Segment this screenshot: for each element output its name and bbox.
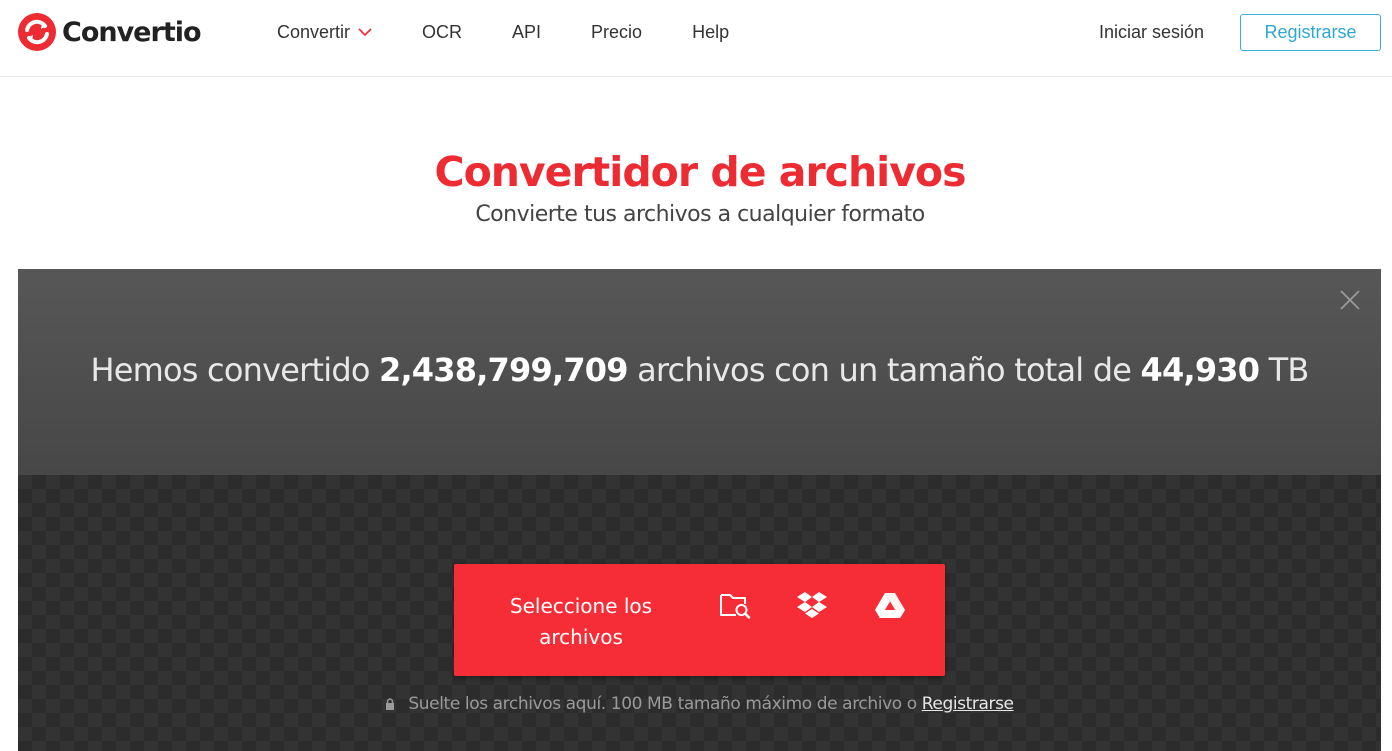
nav-precio-label: Precio xyxy=(591,22,643,42)
page-title: Convertidor de archivos xyxy=(434,148,966,196)
drop-hint-text: Suelte los archivos aquí. 100 MB tamaño … xyxy=(408,694,917,714)
register-button[interactable]: Registrarse xyxy=(1240,14,1381,51)
stats-middle: archivos con un tamaño total de xyxy=(637,351,1132,389)
dropbox-icon[interactable] xyxy=(796,591,828,619)
page-subtitle: Convierte tus archivos a cualquier forma… xyxy=(475,202,925,227)
select-files-label-line1: Seleccione los xyxy=(509,594,653,618)
size-unit: TB xyxy=(1268,351,1310,389)
login-link[interactable]: Iniciar sesión xyxy=(1099,0,1204,65)
google-drive-icon[interactable] xyxy=(874,591,906,619)
folder-search-icon[interactable] xyxy=(719,591,751,619)
nav-api-label: API xyxy=(512,22,542,42)
convertio-logo-icon xyxy=(18,13,56,51)
logo[interactable]: Convertio xyxy=(18,13,202,51)
nav-convertir[interactable]: Convertir xyxy=(277,22,372,43)
nav-ocr-label: OCR xyxy=(422,22,463,42)
nav-convertir-label: Convertir xyxy=(277,22,351,42)
nav-ocr[interactable]: OCR xyxy=(422,22,462,43)
select-files-label: Seleccione los archivos xyxy=(494,591,668,653)
logo-text: Convertio xyxy=(62,16,202,48)
nav-help-label: Help xyxy=(692,22,730,42)
nav-precio[interactable]: Precio xyxy=(591,22,642,43)
stats-text: Hemos convertido 2,438,799,709 archivos … xyxy=(18,351,1381,389)
select-files-label-line2: archivos xyxy=(539,625,623,649)
chevron-down-icon xyxy=(358,28,372,37)
top-header: Convertio Convertir OCR API Precio Help … xyxy=(0,0,1392,77)
register-link[interactable]: Registrarse xyxy=(922,694,1014,714)
main-nav: Convertir OCR API Precio Help xyxy=(277,0,779,65)
select-files-button[interactable]: Seleccione los archivos xyxy=(454,564,945,676)
nav-help[interactable]: Help xyxy=(692,22,729,43)
total-size: 44,930 xyxy=(1140,351,1260,389)
stats-prefix: Hemos convertido xyxy=(90,351,371,389)
stats-banner: Hemos convertido 2,438,799,709 archivos … xyxy=(18,269,1381,475)
nav-api[interactable]: API xyxy=(512,22,541,43)
files-count: 2,438,799,709 xyxy=(378,351,629,389)
file-drop-area[interactable]: Seleccione los archivos Suelte los archi… xyxy=(18,475,1381,751)
lock-icon xyxy=(386,698,395,710)
drop-hint: Suelte los archivos aquí. 100 MB tamaño … xyxy=(18,694,1381,714)
close-icon[interactable] xyxy=(1339,289,1361,311)
